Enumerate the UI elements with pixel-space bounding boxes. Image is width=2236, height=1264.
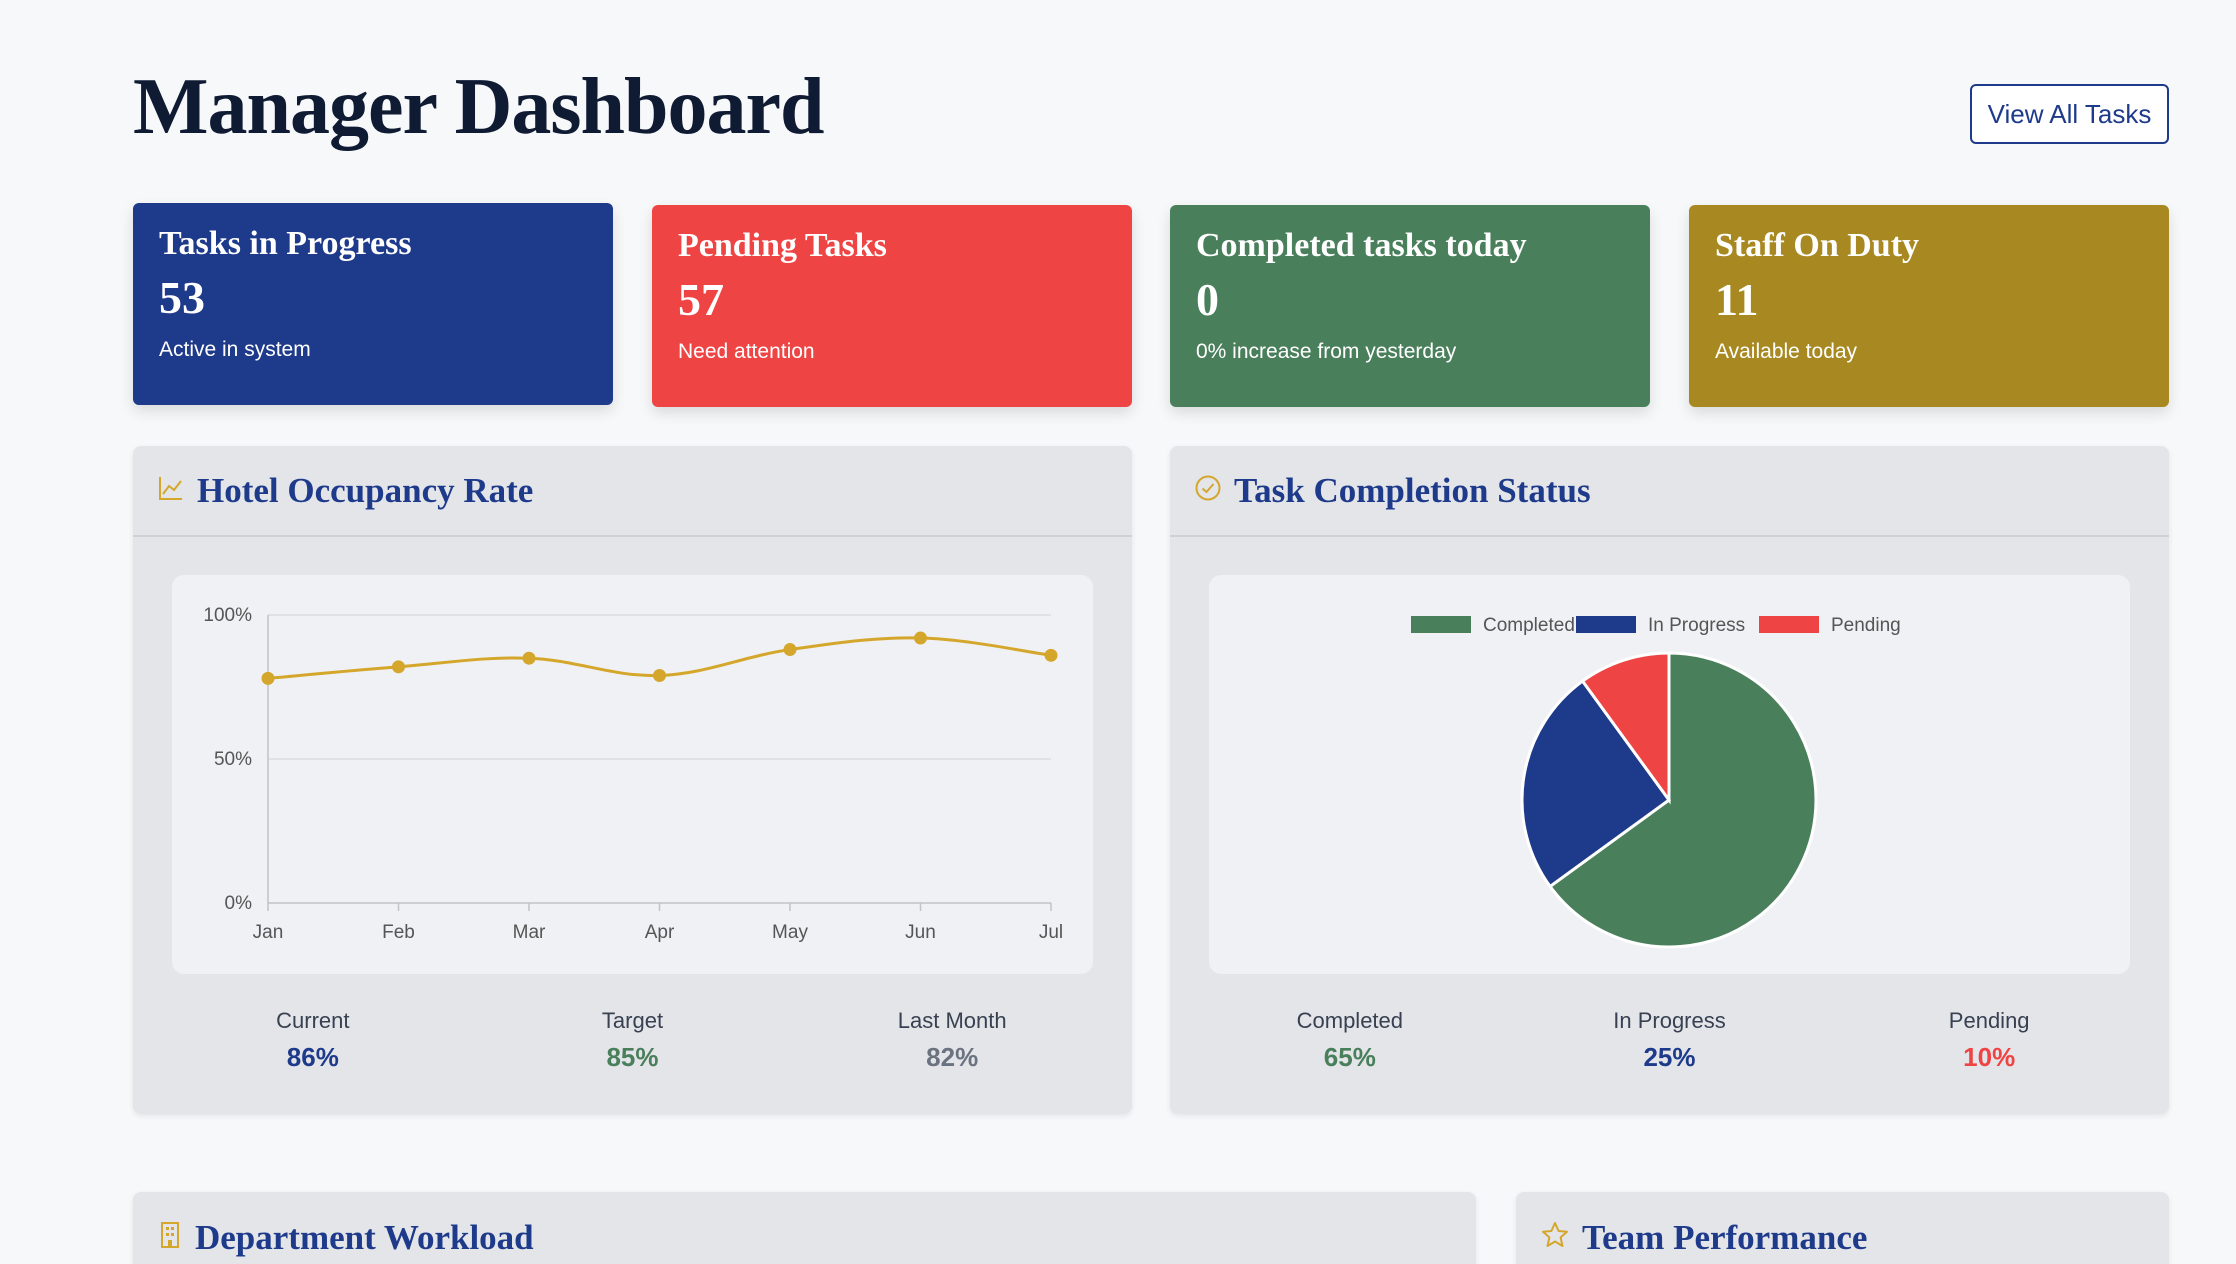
workload-panel: Department Workload	[133, 1192, 1476, 1264]
stat-label: Completed	[1296, 1008, 1404, 1033]
card-title: Pending Tasks	[678, 227, 887, 264]
x-tick-label: Mar	[513, 922, 546, 943]
stat-label: Current	[276, 1008, 350, 1033]
legend-swatch	[1576, 616, 1636, 633]
team-panel: Team Performance	[1516, 1192, 2169, 1264]
completion-stats: Completed 65% In Progress 25% Pending 10…	[1170, 1008, 2169, 1073]
occupancy-chart-area: 0% 50% 100% Jan Feb Mar Apr May Jun Jul	[172, 575, 1093, 974]
occupancy-title: Hotel Occupancy Rate	[197, 470, 534, 510]
completion-panel: Task Completion Status Completed In Progr…	[1170, 446, 2169, 1114]
data-point	[653, 668, 666, 682]
team-title: Team Performance	[1582, 1217, 1868, 1257]
stat-completed: Completed 65%	[1170, 1008, 1530, 1073]
y-tick-label: 50%	[214, 749, 252, 770]
card-subtitle: Need attention	[678, 340, 815, 363]
data-point	[783, 643, 797, 657]
card-title: Staff On Duty	[1715, 227, 1920, 264]
tasks-in-progress-card[interactable]: Tasks in Progress 53 Active in system	[133, 203, 613, 405]
x-tick-label: Jan	[253, 922, 284, 943]
pending-tasks-card[interactable]: Pending Tasks 57 Need attention	[652, 205, 1132, 407]
stat-value: 85%	[606, 1042, 659, 1072]
stat-label: Last Month	[897, 1008, 1007, 1033]
stat-value: 86%	[286, 1042, 339, 1072]
workload-title: Department Workload	[195, 1217, 534, 1257]
x-tick-label: Feb	[382, 922, 415, 943]
completion-chart-area: Completed In Progress Pending	[1209, 575, 2130, 974]
stat-last-month: Last Month 82%	[772, 1008, 1132, 1073]
card-value: 53	[159, 272, 205, 323]
x-tick-label: Jul	[1039, 922, 1063, 943]
card-title: Completed tasks today	[1196, 227, 1527, 264]
legend-swatch	[1759, 616, 1819, 633]
card-value: 57	[678, 274, 724, 325]
x-tick-label: Jun	[905, 922, 936, 943]
staff-on-duty-card[interactable]: Staff On Duty 11 Available today	[1689, 205, 2169, 407]
stat-label: Pending	[1948, 1008, 2030, 1033]
stat-current: Current 86%	[133, 1008, 493, 1073]
card-subtitle: 0% increase from yesterday	[1196, 340, 1457, 363]
completed-today-card[interactable]: Completed tasks today 0 0% increase from…	[1170, 205, 1650, 407]
data-point	[914, 631, 927, 645]
data-point	[1044, 648, 1058, 662]
legend-label: Pending	[1831, 615, 1901, 636]
x-tick-label: May	[772, 922, 808, 943]
data-point	[261, 671, 275, 685]
stat-label: Target	[601, 1008, 664, 1033]
stat-in-progress: In Progress 25%	[1530, 1008, 1810, 1073]
stat-pending: Pending 10%	[1809, 1008, 2169, 1073]
data-point	[392, 660, 405, 674]
stat-value: 65%	[1323, 1042, 1376, 1072]
check-circle-icon	[1194, 474, 1222, 507]
y-tick-label: 100%	[203, 605, 252, 626]
card-subtitle: Available today	[1715, 340, 1858, 363]
completion-panel-header: Task Completion Status	[1170, 446, 2169, 537]
legend-label: Completed	[1483, 615, 1575, 636]
occupancy-panel-header: Hotel Occupancy Rate	[133, 446, 1132, 537]
legend-swatch	[1411, 616, 1471, 633]
y-tick-label: 0%	[225, 893, 253, 914]
view-all-tasks-button[interactable]: View All Tasks	[1970, 84, 2169, 144]
occupancy-stats: Current 86% Target 85% Last Month 82%	[133, 1008, 1132, 1073]
building-icon	[157, 1221, 183, 1254]
card-value: 0	[1196, 274, 1219, 325]
stat-target: Target 85%	[493, 1008, 773, 1073]
legend-label: In Progress	[1648, 615, 1745, 636]
workload-panel-header: Department Workload	[133, 1192, 1476, 1264]
occupancy-panel: Hotel Occupancy Rate 0% 50% 100% Jan Feb Mar A…	[133, 446, 1132, 1114]
stat-value: 25%	[1643, 1042, 1696, 1072]
team-panel-header: Team Performance	[1516, 1192, 2169, 1264]
occupancy-line-chart: 0% 50% 100% Jan Feb Mar Apr May Jun Jul	[203, 605, 1063, 943]
stat-value: 10%	[1963, 1042, 2016, 1072]
completion-title: Task Completion Status	[1234, 470, 1591, 510]
star-icon	[1540, 1220, 1570, 1255]
x-tick-label: Apr	[645, 922, 675, 943]
card-title: Tasks in Progress	[159, 225, 412, 262]
page-title: Manager Dashboard	[133, 63, 824, 151]
card-subtitle: Active in system	[159, 338, 311, 361]
card-value: 11	[1715, 274, 1759, 325]
stat-label: In Progress	[1613, 1008, 1726, 1033]
completion-pie-chart: Completed In Progress Pending	[1411, 615, 1901, 949]
stat-value: 82%	[926, 1042, 979, 1072]
line-chart-icon	[157, 474, 185, 507]
data-point	[522, 651, 536, 665]
